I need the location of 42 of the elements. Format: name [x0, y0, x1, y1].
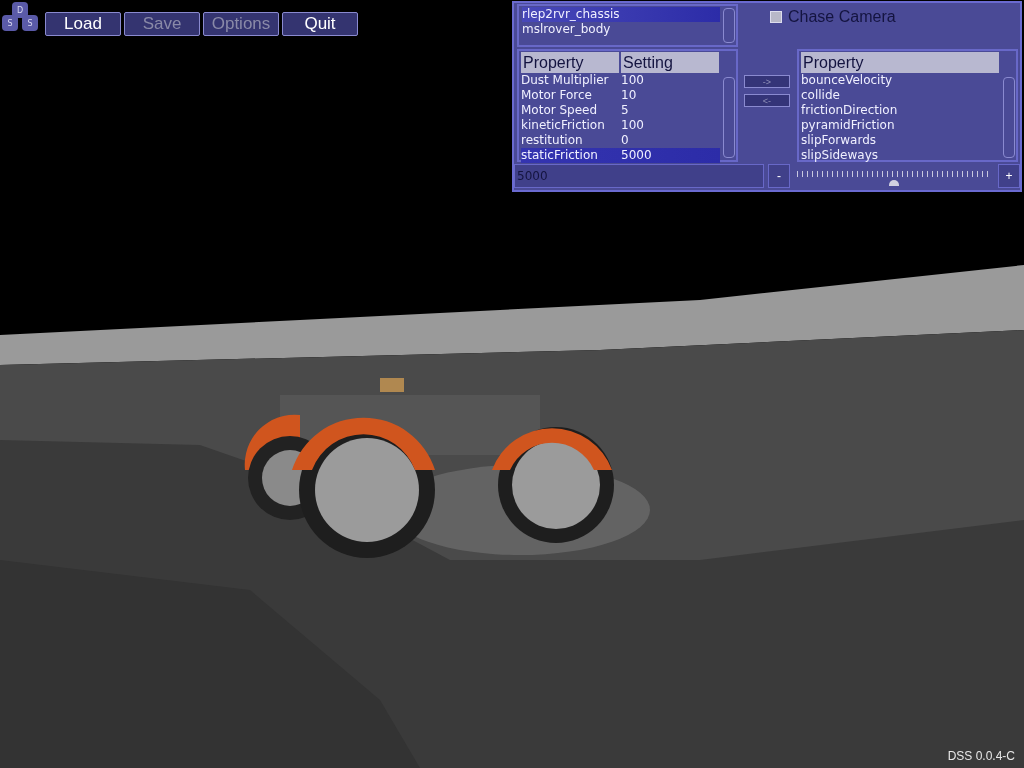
list-item[interactable]: bounceVelocity: [801, 73, 1000, 88]
property-name: Motor Speed: [521, 103, 599, 118]
scrollbar[interactable]: [1003, 77, 1015, 158]
checkbox[interactable]: [770, 11, 782, 23]
property-name: kineticFriction: [521, 118, 606, 133]
slider-thumb[interactable]: [889, 180, 899, 186]
body-list-item[interactable]: rlep2rvr_chassis: [522, 7, 720, 22]
version-label: DSS 0.0.4-C: [947, 749, 1015, 763]
checkbox-label: Chase Camera: [788, 8, 896, 26]
list-item[interactable]: slipSideways: [801, 148, 1000, 163]
table-row[interactable]: restitution 0: [521, 133, 720, 148]
property-value: 100: [621, 73, 645, 88]
decrement-button[interactable]: -: [767, 164, 790, 188]
list-item[interactable]: pyramidFriction: [801, 118, 1000, 133]
property-value: 10: [621, 88, 638, 103]
table-row[interactable]: staticFriction 5000: [521, 148, 720, 163]
table-row[interactable]: Dust Multiplier 100: [521, 73, 720, 88]
property-name: staticFriction: [521, 148, 599, 163]
list-item[interactable]: collide: [801, 88, 1000, 103]
property-value: 5000: [621, 148, 653, 163]
scrollbar[interactable]: [723, 8, 735, 43]
scrollbar[interactable]: [723, 77, 735, 158]
column-header[interactable]: Setting: [621, 52, 719, 73]
column-header[interactable]: Property: [521, 52, 619, 73]
transfer-button[interactable]: <-: [744, 94, 790, 107]
transfer-button[interactable]: ->: [744, 75, 790, 88]
table-row[interactable]: Motor Force 10: [521, 88, 720, 103]
increment-button[interactable]: +: [998, 164, 1020, 188]
property-value: 5: [621, 103, 630, 118]
property-name: Motor Force: [521, 88, 593, 103]
list-item[interactable]: frictionDirection: [801, 103, 1000, 118]
property-value: 100: [621, 118, 645, 133]
menu-button[interactable]: Quit: [282, 12, 358, 36]
menu-button[interactable]: Load: [45, 12, 121, 36]
column-header[interactable]: Property: [801, 52, 999, 73]
list-item[interactable]: slipForwards: [801, 133, 1000, 148]
property-value: 0: [621, 133, 630, 148]
body-list-item[interactable]: mslrover_body: [522, 22, 720, 37]
property-name: Dust Multiplier: [521, 73, 610, 88]
table-row[interactable]: Motor Speed 5: [521, 103, 720, 118]
table-row[interactable]: kineticFriction 100: [521, 118, 720, 133]
property-name: restitution: [521, 133, 584, 148]
